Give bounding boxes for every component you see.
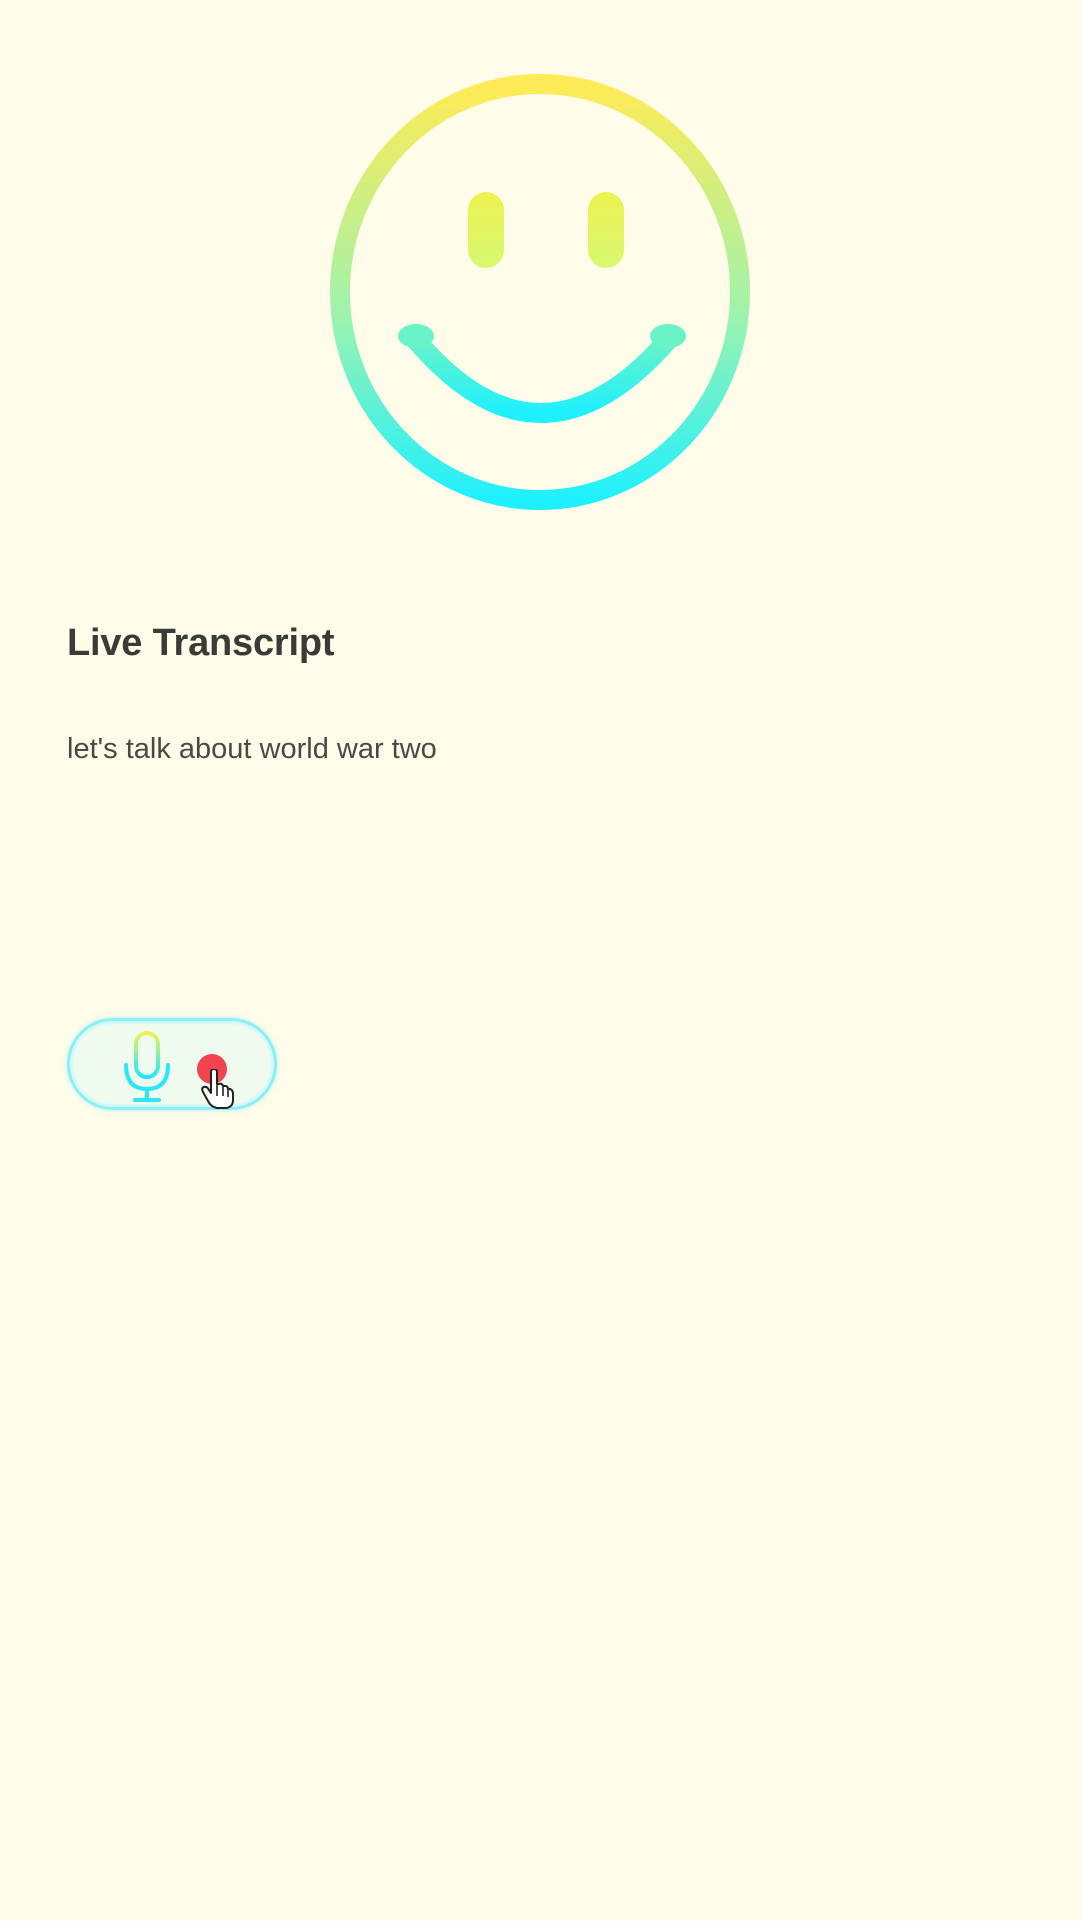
right-eye: [588, 192, 624, 268]
face-outline: [330, 74, 750, 510]
microphone-icon: [122, 1031, 172, 1103]
transcript-text: let's talk about world war two: [67, 733, 437, 765]
left-eye: [468, 192, 504, 268]
smiley-face-icon: [330, 74, 750, 510]
hand-cursor-icon: [200, 1069, 234, 1109]
record-button[interactable]: [67, 1018, 277, 1110]
live-transcript-heading: Live Transcript: [67, 622, 335, 664]
mouth: [406, 330, 678, 423]
